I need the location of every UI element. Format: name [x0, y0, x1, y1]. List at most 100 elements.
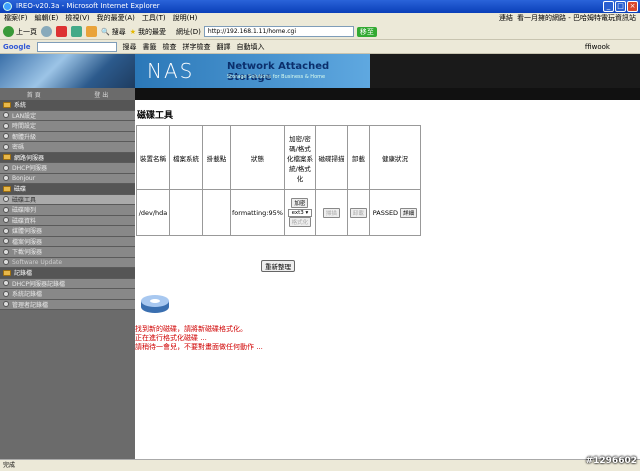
back-button[interactable]: 上一頁 [3, 26, 37, 37]
scan-button[interactable]: 掃描 [322, 207, 340, 218]
col-scan: 磁碟掃描 [314, 125, 348, 190]
sidebar-item-lan[interactable]: LAN設定 [0, 110, 135, 121]
cell-mount [202, 189, 231, 236]
sidebar-item-password[interactable]: 密碼 [0, 142, 135, 153]
translate-button[interactable]: 翻譯 [217, 42, 231, 52]
sidebar-item-admin-log[interactable]: 管理者記錄檔 [0, 299, 135, 310]
links-label: 連結 [499, 14, 514, 22]
star-icon: ★ [129, 27, 136, 36]
google-search-input[interactable] [36, 41, 117, 52]
health-value: PASSED [372, 208, 399, 217]
stop-icon[interactable] [56, 26, 67, 37]
sidebar-item-system-log[interactable]: 系統記錄檔 [0, 289, 135, 300]
sidebar-item-raid[interactable]: 磁碟陣列 [0, 205, 135, 216]
folder-icon [3, 185, 11, 192]
go-button[interactable]: 移至 [356, 26, 377, 37]
top-nav-bar: 首 頁 登 出 [0, 88, 640, 100]
google-logo: Google [3, 42, 31, 51]
format-button[interactable]: 格式化 [288, 217, 312, 227]
spellcheck-button[interactable]: 拼字檢查 [183, 42, 211, 52]
search-icon: 🔍 [101, 27, 110, 36]
bullet-icon [3, 259, 9, 266]
bookmarks-button[interactable]: 書籤 [143, 42, 157, 52]
autofill-button[interactable]: 自動填入 [237, 42, 265, 52]
status-text: 完成 [3, 462, 16, 469]
cell-status: formatting:95% [230, 189, 285, 236]
sidebar-cat-logs[interactable]: 記錄檔 [0, 268, 135, 279]
unmount-button[interactable]: 卸載 [349, 207, 367, 218]
search-button[interactable]: 🔍 搜尋 [101, 27, 126, 37]
encrypt-button[interactable]: 加密 [291, 198, 309, 208]
folder-icon [3, 269, 11, 276]
google-toolbar: Google 搜尋 書籤 檢查 拼字檢查 翻譯 自動填入 ffiwook [0, 40, 640, 54]
logout-link[interactable]: 登 出 [94, 90, 108, 99]
maximize-button[interactable]: □ [615, 1, 626, 12]
bullet-icon [3, 248, 9, 255]
sidebar-item-dhcp[interactable]: DHCP伺服器 [0, 163, 135, 174]
bullet-icon [3, 217, 9, 224]
col-health: 健康狀況 [368, 125, 422, 190]
sidebar-item-time[interactable]: 時間設定 [0, 121, 135, 132]
col-device: 裝置名稱 [136, 125, 170, 190]
home-link[interactable]: 首 頁 [27, 90, 41, 99]
sidebar-item-disk-tools[interactable]: 磁碟工具 [0, 194, 135, 205]
bullet-icon [3, 301, 9, 308]
bullet-icon [3, 206, 9, 213]
banner: NAS Network Attached Storage Storage Sol… [0, 54, 640, 88]
sidebar-item-firmware[interactable]: 韌體升級 [0, 131, 135, 142]
menu-help[interactable]: 說明(H) [173, 13, 198, 24]
check-button[interactable]: 檢查 [163, 42, 177, 52]
window-titlebar: IREO-v20.3a - Microsoft Internet Explore… [0, 0, 640, 13]
minimize-button[interactable]: _ [603, 1, 614, 12]
address-input[interactable]: http://192.168.1.11/home.cgi [203, 26, 354, 37]
link-bahamut[interactable]: 看一月擁的網路 - 巴哈姆特電玩資訊站 [517, 13, 636, 24]
menu-tools[interactable]: 工具(T) [142, 13, 166, 24]
menu-favorites[interactable]: 我的最愛(A) [97, 13, 135, 24]
menu-view[interactable]: 檢視(V) [65, 13, 89, 24]
message-line: 請稍待一會兒，不要對畫面做任何動作 ... [135, 343, 263, 351]
detail-button[interactable]: 詳細 [400, 207, 418, 218]
home-icon[interactable] [86, 26, 97, 37]
ie-icon [3, 2, 12, 11]
menu-edit[interactable]: 編輯(E) [35, 13, 59, 24]
col-encrypt-format: 加密/密碼/格式化檔案系統/格式化 [283, 125, 316, 190]
table-header-row: 裝置名稱 檔案系統 掛載點 狀態 加密/密碼/格式化檔案系統/格式化 磁碟掃描 … [136, 125, 422, 190]
sidebar-cat-disk[interactable]: 磁碟 [0, 184, 135, 195]
status-messages: 找到新的磁碟，請將新磁碟格式化。 正在進行格式化磁碟 ... 請稍待一會兒，不要… [135, 325, 263, 352]
sidebar-cat-system[interactable]: 系統 [0, 100, 135, 111]
folder-icon [3, 101, 11, 108]
fs-select[interactable]: ext3 ▾ [287, 209, 312, 217]
window-title: IREO-v20.3a - Microsoft Internet Explore… [16, 2, 160, 10]
user-account[interactable]: ffiwook [585, 43, 640, 51]
bullet-icon [3, 164, 9, 171]
menu-file[interactable]: 檔案(F) [4, 13, 28, 24]
hard-disk-icon [141, 295, 169, 313]
col-mount: 掛載點 [202, 125, 231, 190]
refresh-icon[interactable] [71, 26, 82, 37]
sidebar-item-media-server[interactable]: 媒體伺服器 [0, 226, 135, 237]
bullet-icon [3, 122, 9, 129]
bullet-icon [3, 143, 9, 150]
google-search-button[interactable]: 搜尋 [123, 42, 137, 52]
address-label: 網址(D) [176, 27, 201, 36]
banner-subtitle: Storage Solutions for Business & Home [227, 74, 326, 80]
cell-filesystem [169, 189, 203, 236]
sidebar-item-file-server[interactable]: 檔案伺服器 [0, 236, 135, 247]
forward-arrow-icon[interactable] [41, 26, 52, 37]
sidebar-cat-network[interactable]: 網路伺服器 [0, 152, 135, 163]
sidebar-item-dhcp-log[interactable]: DHCP伺服器記錄檔 [0, 278, 135, 289]
sidebar-item-download-server[interactable]: 下載伺服器 [0, 247, 135, 258]
favorites-button[interactable]: ★ 我的最愛 [130, 27, 166, 37]
sidebar-item-software-update[interactable]: Software Update [0, 257, 135, 268]
address-bar: 網址(D) http://192.168.1.11/home.cgi 移至 [176, 26, 377, 37]
sidebar-item-disk-info[interactable]: 磁碟資料 [0, 215, 135, 226]
cell-unmount: 卸載 [346, 189, 370, 236]
table-row: /dev/hda formatting:95% 加密 ext3 ▾ 格式化 掃描… [136, 189, 422, 236]
refresh-button[interactable]: 重新整理 [261, 260, 295, 272]
menu-bar: 檔案(F) 編輯(E) 檢視(V) 我的最愛(A) 工具(T) 說明(H) 連結… [0, 13, 640, 24]
close-button[interactable]: × [627, 1, 638, 12]
disk-table: 裝置名稱 檔案系統 掛載點 狀態 加密/密碼/格式化檔案系統/格式化 磁碟掃描 … [136, 125, 422, 236]
bullet-icon [3, 133, 9, 140]
sidebar-item-bonjour[interactable]: Bonjour [0, 173, 135, 184]
bullet-icon [3, 196, 9, 203]
